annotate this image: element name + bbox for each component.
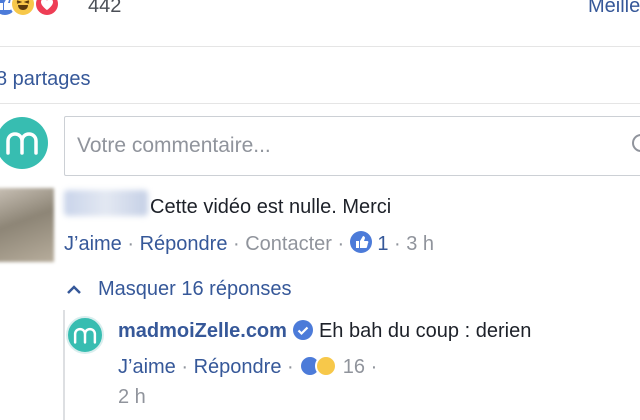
comment-timestamp[interactable]: 3 h [406, 233, 434, 255]
hide-replies-toggle[interactable]: Masquer 16 réponses [66, 278, 291, 301]
separator: · [181, 356, 189, 378]
comment-input[interactable] [64, 116, 640, 176]
separator: · [127, 233, 135, 255]
separator: · [287, 356, 294, 378]
hide-replies-label: Masquer 16 réponses [98, 278, 292, 300]
reply-reactions[interactable] [299, 355, 343, 378]
like-count[interactable]: 1 [377, 233, 388, 255]
comment-text: Cette vidéo est nulle. Merci [150, 196, 392, 218]
reply-actions: J’aime · Répondre · 16 · [118, 355, 377, 379]
haha-icon [10, 0, 36, 17]
shares-link[interactable]: 8 partages [0, 68, 91, 91]
like-button[interactable]: J’aime [118, 356, 176, 378]
madmoizelle-logo-icon [73, 327, 97, 344]
haha-icon [315, 355, 338, 377]
reply-button[interactable]: Répondre [140, 233, 228, 255]
love-icon [34, 0, 60, 17]
like-icon[interactable] [349, 231, 372, 253]
verified-badge-icon [292, 320, 313, 340]
divider [0, 46, 640, 47]
reactions-summary[interactable]: 442 Meille [0, 0, 640, 22]
madmoizelle-logo-icon [6, 132, 38, 155]
sort-comments-link[interactable]: Meille [588, 0, 640, 18]
separator: · [370, 356, 378, 378]
chevron-up-icon [66, 278, 84, 299]
page-avatar [0, 117, 48, 169]
reply-timestamp[interactable]: 2 h [118, 386, 146, 409]
commenter-name-blurred[interactable] [64, 190, 148, 216]
separator: · [394, 233, 401, 255]
reply-thread-rail [63, 310, 65, 420]
reply-author-name[interactable]: madmoiZelle.com [118, 320, 287, 342]
reply-text: Eh bah du coup : derien [318, 320, 532, 342]
reply-author-avatar[interactable] [66, 316, 104, 354]
reaction-count[interactable]: 16 [343, 356, 365, 378]
reply-button[interactable]: Répondre [194, 356, 282, 378]
divider [0, 103, 640, 104]
separator: · [337, 233, 345, 255]
separator: · [233, 233, 240, 255]
reaction-count[interactable]: 442 [88, 0, 121, 18]
contact-button[interactable]: Contacter [245, 233, 332, 255]
like-button[interactable]: J’aime [64, 233, 122, 255]
commenter-avatar-blurred[interactable] [0, 188, 54, 262]
reply-content: madmoiZelle.com Eh bah du coup : derien [118, 320, 531, 343]
comment-actions: J’aime · Répondre · Contacter · 1 · 3 h [64, 231, 434, 256]
